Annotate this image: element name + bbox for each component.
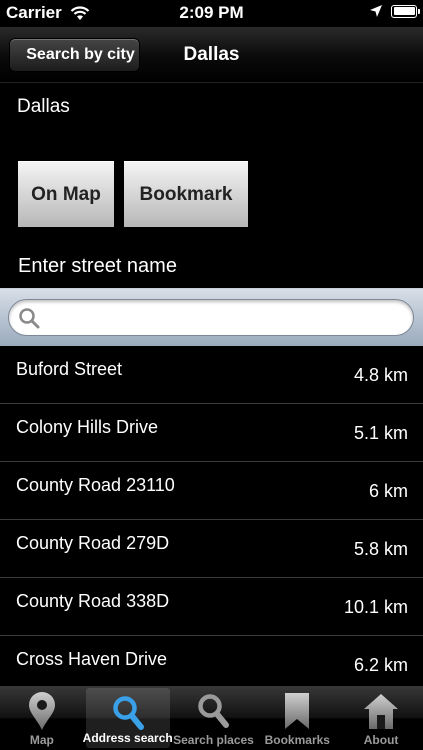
search-icon (112, 696, 144, 730)
battery-icon (391, 4, 420, 18)
status-bar: Carrier 2:09 PM (0, 0, 423, 27)
street-row[interactable]: County Road 279D 5.8 km (0, 520, 423, 578)
street-list: Buford Street 4.8 km Colony Hills Drive … (0, 346, 423, 694)
on-map-button[interactable]: On Map (18, 161, 114, 227)
tab-bookmarks[interactable]: Bookmarks (255, 686, 339, 750)
tab-label: About (363, 733, 399, 747)
street-name: County Road 279D (16, 533, 170, 553)
status-time: 2:09 PM (179, 3, 244, 22)
street-row[interactable]: Colony Hills Drive 5.1 km (0, 404, 423, 462)
search-bar (0, 288, 423, 346)
street-distance: 5.1 km (353, 423, 408, 443)
street-name: County Road 338D (16, 591, 170, 611)
street-name: County Road 23110 (16, 475, 175, 495)
tab-map[interactable]: Map (0, 686, 84, 750)
bookmark-icon (285, 693, 310, 729)
house-icon (364, 694, 399, 729)
street-name: Buford Street (16, 359, 123, 379)
street-distance: 6.2 km (353, 655, 408, 675)
tab-about[interactable]: About (339, 686, 423, 750)
map-pin-icon (28, 692, 55, 730)
street-distance: 10.1 km (343, 597, 408, 617)
bookmark-button[interactable]: Bookmark (124, 161, 248, 227)
street-distance: 6 km (368, 481, 408, 501)
tab-label: Address search (82, 731, 173, 745)
navigation-bar: Search by city Dallas (0, 27, 423, 83)
street-prompt: Enter street name (18, 255, 177, 277)
street-row[interactable]: Buford Street 4.8 km (0, 346, 423, 404)
street-distance: 4.8 km (353, 365, 408, 385)
tab-search-places[interactable]: Search places (172, 686, 256, 750)
street-distance: 5.8 km (353, 539, 408, 559)
street-row[interactable]: County Road 23110 6 km (0, 462, 423, 520)
search-field[interactable] (8, 299, 414, 336)
street-row[interactable]: County Road 338D 10.1 km (0, 578, 423, 636)
search-icon (198, 694, 230, 728)
tab-bar: Map Address search Search places Bookmar… (0, 686, 423, 750)
tab-label: Search places (173, 733, 254, 747)
location-arrow-icon (370, 5, 382, 17)
tab-label: Map (29, 733, 54, 747)
tab-label: Bookmarks (264, 733, 330, 747)
search-icon (19, 308, 40, 329)
street-name: Colony Hills Drive (16, 417, 159, 437)
street-search-input[interactable] (47, 300, 403, 335)
page-title: Dallas (183, 44, 240, 65)
street-name: Cross Haven Drive (16, 649, 168, 669)
city-label: Dallas (17, 96, 70, 117)
tab-address-search[interactable]: Address search (82, 688, 173, 748)
